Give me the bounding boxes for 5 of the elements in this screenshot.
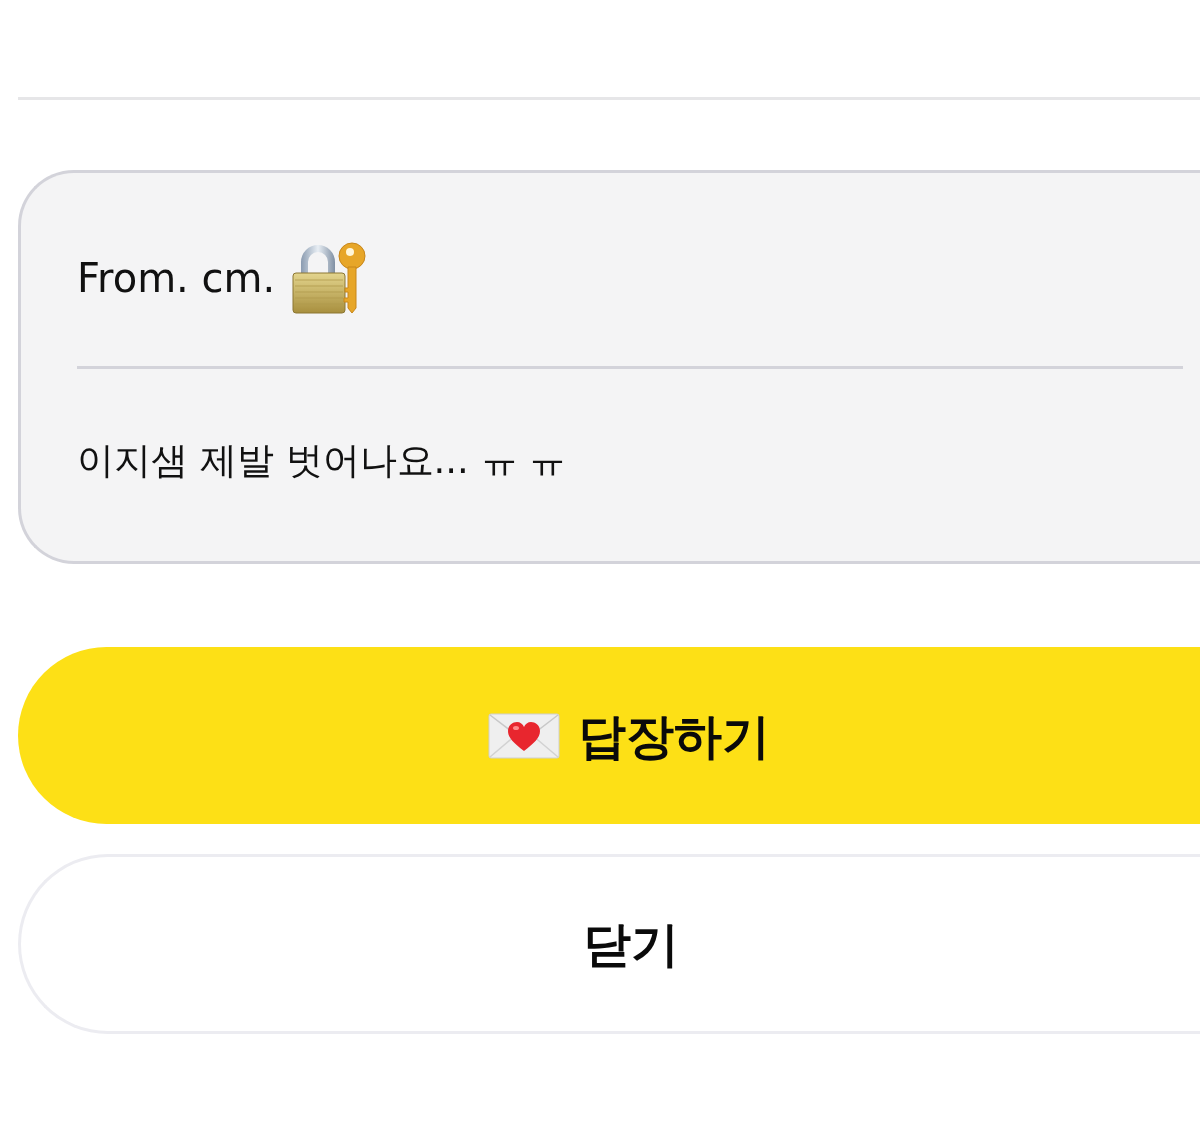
padlock-with-key-icon (291, 242, 368, 314)
message-text: 이지샘 제발 벗어나요... ㅠ ㅠ (77, 438, 568, 484)
sender-text: From. cm. (77, 254, 276, 302)
close-button[interactable]: 닫기 (18, 854, 1200, 1034)
reply-button[interactable]: 답장하기 (18, 647, 1200, 824)
